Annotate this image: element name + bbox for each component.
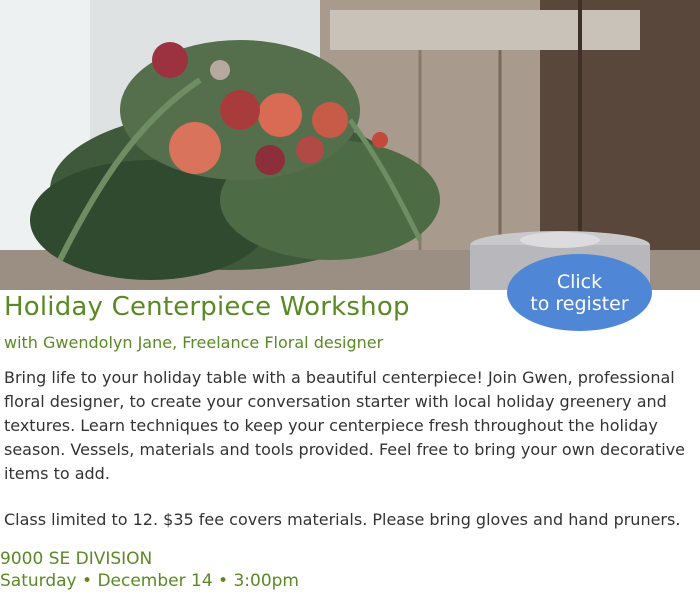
hero-image	[0, 0, 700, 290]
register-button[interactable]: Click to register	[507, 254, 652, 331]
event-description: Bring life to your holiday table with a …	[4, 368, 686, 483]
event-subtitle: with Gwendolyn Jane, Freelance Floral de…	[4, 333, 384, 352]
event-note: Class limited to 12. $35 fee covers mate…	[4, 510, 681, 529]
event-datetime: Saturday • December 14 • 3:00pm	[0, 571, 299, 591]
floral-arrangement-illustration	[0, 0, 700, 290]
event-address: 9000 SE DIVISION	[0, 549, 153, 569]
event-title: Holiday Centerpiece Workshop	[4, 292, 410, 322]
register-button-line1: Click	[556, 270, 603, 293]
register-button-line2: to register	[530, 292, 629, 315]
